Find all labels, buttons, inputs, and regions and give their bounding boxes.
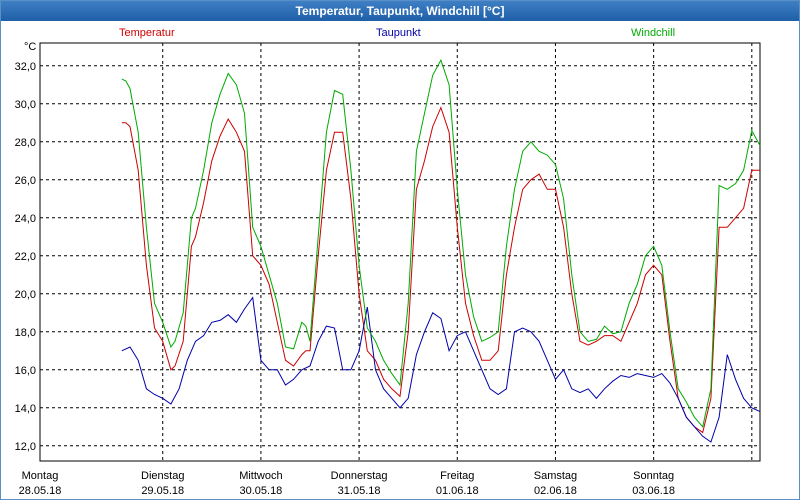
y-tick-label: 14,0 [15,403,36,415]
y-tick-label: 22,0 [15,251,36,263]
x-day-date: 30.05.18 [239,485,282,497]
x-day-name: Samstag [534,470,577,482]
x-day-date: 29.05.18 [141,485,184,497]
x-axis-labels: Montag 28.05.18 Dienstag 29.05.18 Mittwoch 30… [19,470,675,497]
x-day-name: Donnerstag [331,470,388,482]
x-day-name: Sonntag [633,470,674,482]
legend-taupunkt: Taupunkt [376,27,421,39]
plot-area [39,42,761,462]
chart-canvas: 12,0 14,0 16,0 18,0 20,0 22,0 24,0 26,0 28,0 30,0… [15,27,761,497]
y-tick-label: 20,0 [15,289,36,301]
y-tick-label: 28,0 [15,137,36,149]
y-tick-label: 12,0 [15,441,36,453]
y-tick-label: 16,0 [15,365,36,377]
y-tick-label: 30,0 [15,99,36,111]
x-day-name: Freitag [440,470,474,482]
x-day-date: 02.06.18 [534,485,577,497]
x-day-name: Montag [22,470,59,482]
x-day-name: Mittwoch [239,470,282,482]
y-tick-label: 24,0 [15,213,36,225]
y-tick-label: 32,0 [15,61,36,73]
y-axis-labels: 12,0 14,0 16,0 18,0 20,0 22,0 24,0 26,0 28,0 30,0… [15,61,36,453]
x-day-date: 31.05.18 [338,485,381,497]
legend-temperatur: Temperatur [119,27,175,39]
legend-windchill: Windchill [631,27,675,39]
x-day-date: 03.06.18 [632,485,675,497]
x-day-name: Dienstag [141,470,184,482]
unit-label: °C [24,41,36,53]
x-day-date: 28.05.18 [19,485,62,497]
y-tick-label: 26,0 [15,175,36,187]
y-tick-label: 18,0 [15,327,36,339]
x-day-date: 01.06.18 [436,485,479,497]
